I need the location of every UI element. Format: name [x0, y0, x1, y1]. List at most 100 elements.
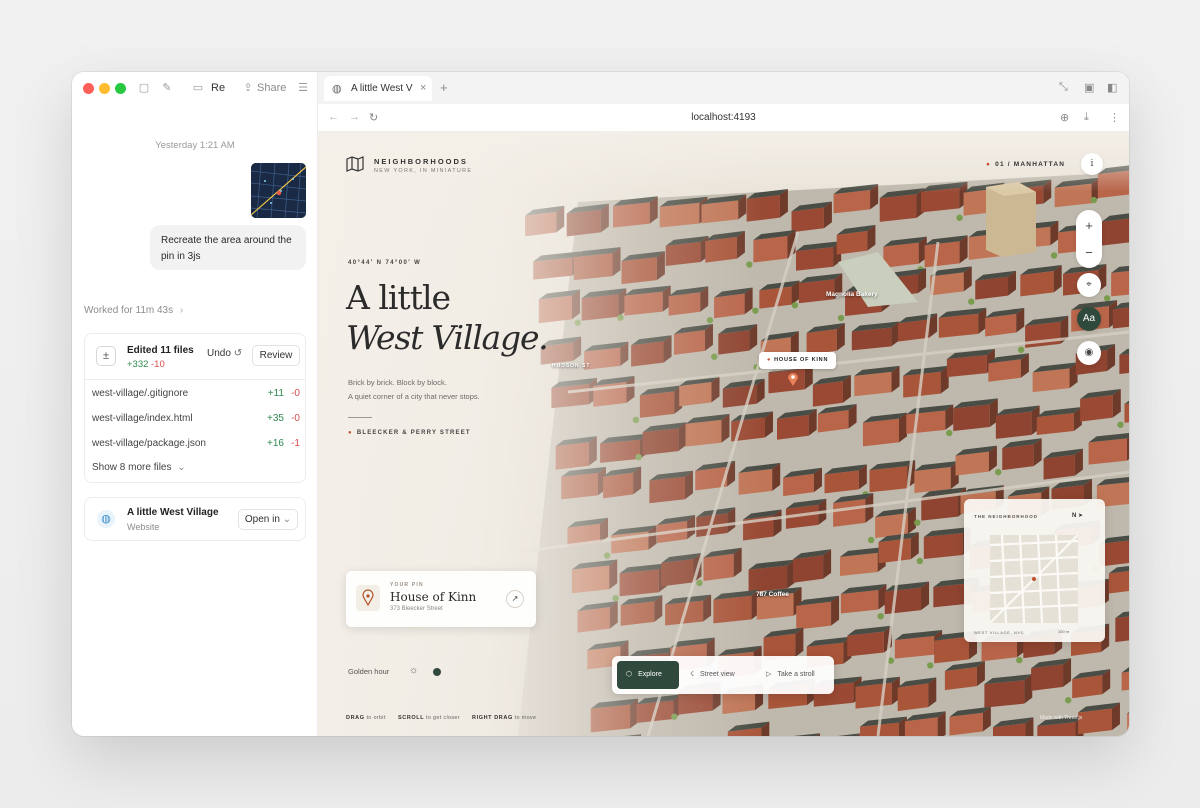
map-label-bakery[interactable]: Magnolia Bakery: [826, 291, 878, 298]
map-label-street: HUDSON ST: [552, 363, 591, 369]
artifact-card[interactable]: ◍ A little West Village Website Open in …: [84, 497, 306, 541]
location-pin-icon: [362, 589, 374, 607]
target-icon: ⌖: [1086, 279, 1092, 290]
download-icon[interactable]: ⤓: [1084, 111, 1089, 124]
edited-files-card: ± Edited 11 files +332 -10 Undo ↺ Review…: [84, 333, 306, 483]
walk-icon: ☇: [690, 671, 695, 678]
map-thumbnail-image: [251, 163, 306, 218]
mode-label: Explore: [638, 671, 662, 678]
file-lines-removed: -0: [291, 413, 300, 424]
hint-drag: DRAG to orbit: [346, 715, 386, 721]
hint-key: SCROLL: [398, 715, 425, 721]
file-lines-added: +11: [267, 388, 284, 399]
address-bar: ← → ↻ localhost:4193 ⊕ ⤓ ⋮: [318, 104, 1129, 132]
pin-dot: ●: [348, 430, 353, 436]
more-options-icon[interactable]: ⋮: [1109, 111, 1120, 124]
brand-name[interactable]: NEIGHBORHOODS: [374, 157, 468, 166]
hint-text: to orbit: [366, 715, 386, 721]
file-lines-removed: -1: [291, 438, 300, 449]
tab-title: A little West Village: [351, 83, 413, 94]
your-pin-card[interactable]: YOUR PIN House of Kinn 373 Bleecker Stre…: [346, 571, 536, 627]
attached-map-thumbnail[interactable]: [251, 163, 306, 218]
sun-icon: ☼: [409, 665, 419, 676]
hero-title-line-2: West Village.: [346, 318, 549, 357]
screenshot-button[interactable]: ◉: [1077, 341, 1101, 365]
recenter-button[interactable]: ⌖: [1077, 273, 1101, 297]
list-icon[interactable]: ☰: [296, 81, 310, 95]
new-chat-icon[interactable]: ✎: [160, 81, 174, 95]
divider-rule: [348, 417, 372, 418]
pin-street-text: BLEECKER & PERRY STREET: [356, 430, 471, 436]
info-button[interactable]: i: [1081, 153, 1103, 175]
show-more-label: Show 8 more files: [92, 462, 172, 473]
file-name: west-village/index.html: [92, 413, 193, 424]
neighborhood-minimap[interactable]: THE NEIGHBORHOOD N ➤ WEST VILLAGE, NYC 1…: [964, 499, 1105, 642]
share-icon[interactable]: ⇪: [241, 81, 255, 95]
new-tab-icon[interactable]: +: [440, 80, 448, 95]
hero-title-line-1: A little: [346, 278, 451, 317]
project-tab[interactable]: Re: [211, 81, 225, 95]
zoom-control: + −: [1076, 210, 1102, 268]
pin-card-address: 373 Bleecker Street: [390, 606, 443, 612]
file-name: west-village/package.json: [92, 438, 206, 449]
minimize-window-button[interactable]: [99, 83, 110, 94]
sidebar-toggle-icon[interactable]: ▢: [137, 81, 151, 95]
status-dot: ●: [986, 161, 992, 168]
tagline-line-1: Brick by brick. Block by block.: [348, 378, 447, 387]
street-view-mode-button[interactable]: ☇ Street view: [690, 661, 735, 689]
play-icon: ▷: [766, 671, 772, 678]
show-more-files-button[interactable]: Show 8 more files ⌄: [92, 462, 186, 473]
open-in-label: Open in: [244, 514, 280, 525]
worked-for-label: Worked for 11m 43s: [84, 305, 174, 316]
arrow-up-right-icon[interactable]: ↗: [506, 590, 524, 608]
undo-label: Undo: [207, 348, 231, 359]
pin-tag-label: HOUSE OF KINN: [774, 357, 829, 363]
add-icon[interactable]: ⊕: [1060, 111, 1069, 124]
zoom-in-button[interactable]: +: [1076, 212, 1102, 238]
folder-icon[interactable]: ▭: [191, 81, 205, 95]
globe-icon: ◍: [332, 83, 342, 95]
chat-toolbar: ▢ ✎ ▭ Re ⇪ Share ☰: [72, 72, 318, 104]
edited-files-title: Edited 11 files: [127, 345, 194, 356]
lines-added: +332: [127, 359, 149, 370]
hint-text: to move: [514, 715, 537, 721]
artifact-subtitle: Website: [127, 522, 160, 532]
text-toggle-button[interactable]: Aa: [1077, 307, 1101, 331]
browser-tab-bar: ◍ A little West Village × + ⤡ ▣ ◧: [318, 72, 1129, 104]
undo-button[interactable]: Undo ↺: [207, 348, 242, 359]
share-button[interactable]: Share: [257, 81, 286, 95]
map-label-coffee[interactable]: 787 Coffee: [756, 591, 789, 598]
explore-mode-button[interactable]: ⬡ Explore: [617, 661, 679, 689]
zoom-window-button[interactable]: [115, 83, 126, 94]
open-in-button[interactable]: Open in ⌄: [238, 509, 298, 530]
file-lines-removed: -0: [291, 388, 300, 399]
mode-label: Street view: [700, 671, 735, 678]
pin-map-tag[interactable]: ● HOUSE OF KINN: [759, 352, 837, 369]
collapse-icon[interactable]: ⤡: [1059, 81, 1068, 94]
close-tab-icon[interactable]: ×: [420, 82, 426, 94]
time-slider-handle[interactable]: [433, 668, 441, 676]
stroll-mode-button[interactable]: ▷ Take a stroll: [766, 661, 815, 689]
url-field[interactable]: localhost:4193: [318, 112, 1129, 123]
browser-pane: ◍ A little West Village × + ⤡ ▣ ◧ ← → ↻ …: [318, 72, 1129, 736]
brand-subtitle: NEW YORK, IN MINIATURE: [374, 168, 473, 174]
hint-key: RIGHT DRAG: [472, 715, 513, 721]
pin-street-label: ● BLEECKER & PERRY STREET: [348, 430, 471, 436]
worked-for-toggle[interactable]: Worked for 11m 43s ›: [84, 305, 183, 316]
close-window-button[interactable]: [83, 83, 94, 94]
globe-icon: ◍: [97, 510, 115, 528]
file-lines-added: +16: [267, 438, 284, 449]
diff-icon: ±: [96, 346, 116, 366]
picture-icon[interactable]: ▣: [1084, 81, 1094, 94]
hint-text: to get closer: [426, 715, 460, 721]
pin-card-label: YOUR PIN: [390, 582, 424, 588]
zoom-out-button[interactable]: −: [1076, 239, 1102, 265]
map-pin-icon[interactable]: [787, 372, 799, 386]
neighborhood-pager[interactable]: ● 01 / MANHATTAN: [986, 161, 1065, 168]
tagline: Brick by brick. Block by block. A quiet …: [348, 376, 480, 404]
pin-dot: ●: [767, 357, 772, 363]
review-button[interactable]: Review: [252, 345, 300, 366]
panel-toggle-icon[interactable]: ◧: [1107, 81, 1117, 94]
browser-tab[interactable]: ◍ A little West Village ×: [324, 76, 432, 101]
page-viewport: NEIGHBORHOODS NEW YORK, IN MINIATURE ● 01…: [318, 132, 1129, 736]
